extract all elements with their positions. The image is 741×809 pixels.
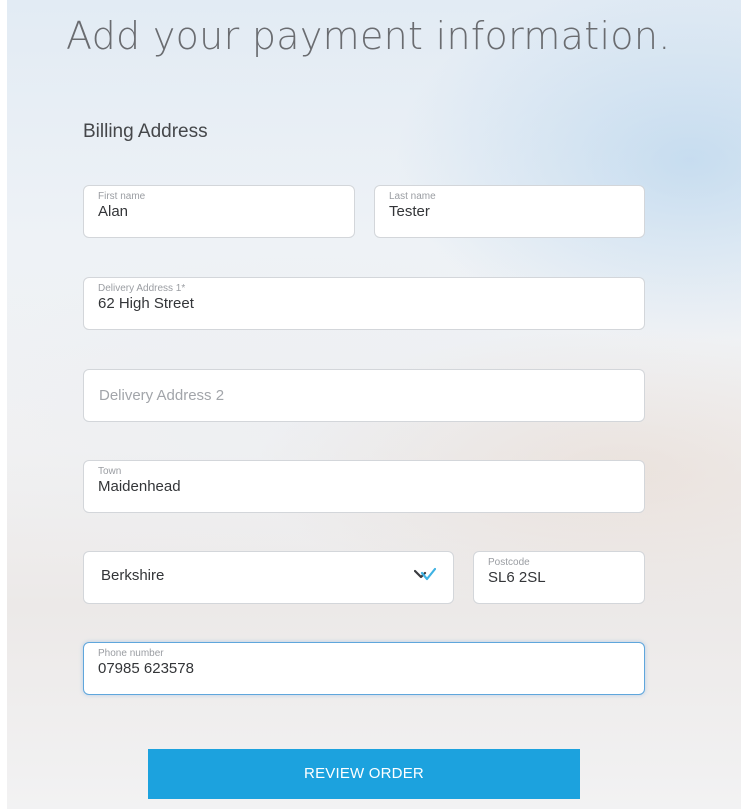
postcode-value: SL6 2SL [488, 569, 546, 586]
phone-number-label: Phone number [98, 648, 164, 659]
first-name-label: First name [98, 191, 146, 202]
last-name-value: Tester [389, 203, 430, 220]
billing-section-title: Billing Address [83, 121, 208, 142]
phone-number-value: 07985 623578 [98, 660, 194, 677]
last-name-label: Last name [389, 191, 436, 202]
phone-number-field[interactable]: Phone number 07985 623578 [83, 642, 645, 695]
last-name-field[interactable]: Last name Tester [374, 185, 645, 238]
first-name-value: Alan [98, 203, 129, 220]
delivery-address-1-field[interactable]: Delivery Address 1* 62 High Street [83, 277, 645, 330]
town-value: Maidenhead [98, 478, 181, 495]
first-name-field[interactable]: First name Alan [83, 185, 355, 238]
page-title: Add your payment information. [66, 14, 671, 58]
postcode-field[interactable]: Postcode SL6 2SL [473, 551, 645, 604]
postcode-label: Postcode [488, 557, 530, 568]
chevron-down-icon [414, 567, 436, 581]
delivery-address-2-field[interactable]: Delivery Address 2 [83, 369, 645, 422]
delivery-address-1-value: 62 High Street [98, 295, 194, 312]
county-value: Berkshire [101, 567, 165, 584]
town-field[interactable]: Town Maidenhead [83, 460, 645, 513]
delivery-address-1-label: Delivery Address 1* [98, 283, 186, 294]
town-label: Town [98, 466, 122, 477]
page-left-edge [0, 0, 7, 809]
delivery-address-2-placeholder: Delivery Address 2 [99, 387, 225, 404]
review-order-button[interactable]: REVIEW ORDER [148, 749, 580, 799]
county-select[interactable]: Berkshire [83, 551, 454, 604]
